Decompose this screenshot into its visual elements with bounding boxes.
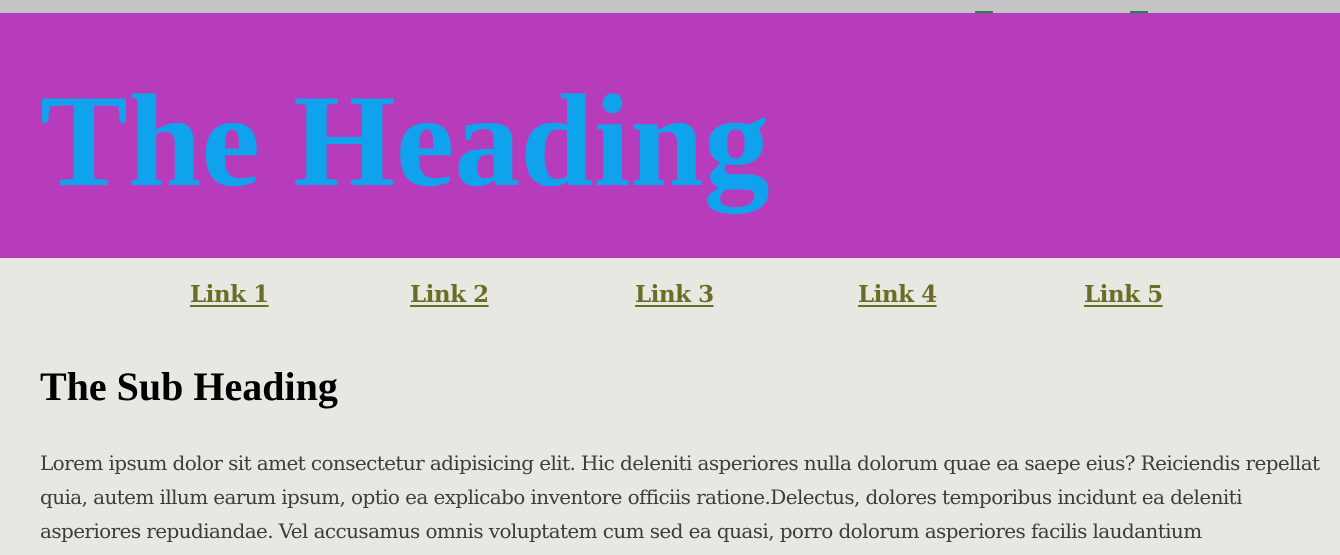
sub-heading: The Sub Heading — [40, 364, 338, 409]
page-header: The Heading — [0, 13, 1340, 258]
nav-link-1[interactable]: Link 1 — [190, 281, 269, 308]
top-strip — [0, 0, 1340, 13]
main-nav: Link 1 Link 2 Link 3 Link 4 Link 5 — [0, 258, 1340, 338]
nav-link-2[interactable]: Link 2 — [410, 281, 489, 308]
nav-link-5[interactable]: Link 5 — [1084, 281, 1163, 308]
nav-link-3[interactable]: Link 3 — [635, 281, 714, 308]
body-paragraph: Lorem ipsum dolor sit amet consectetur a… — [40, 451, 1320, 543]
page-heading: The Heading — [40, 67, 770, 214]
nav-link-4[interactable]: Link 4 — [858, 281, 937, 308]
